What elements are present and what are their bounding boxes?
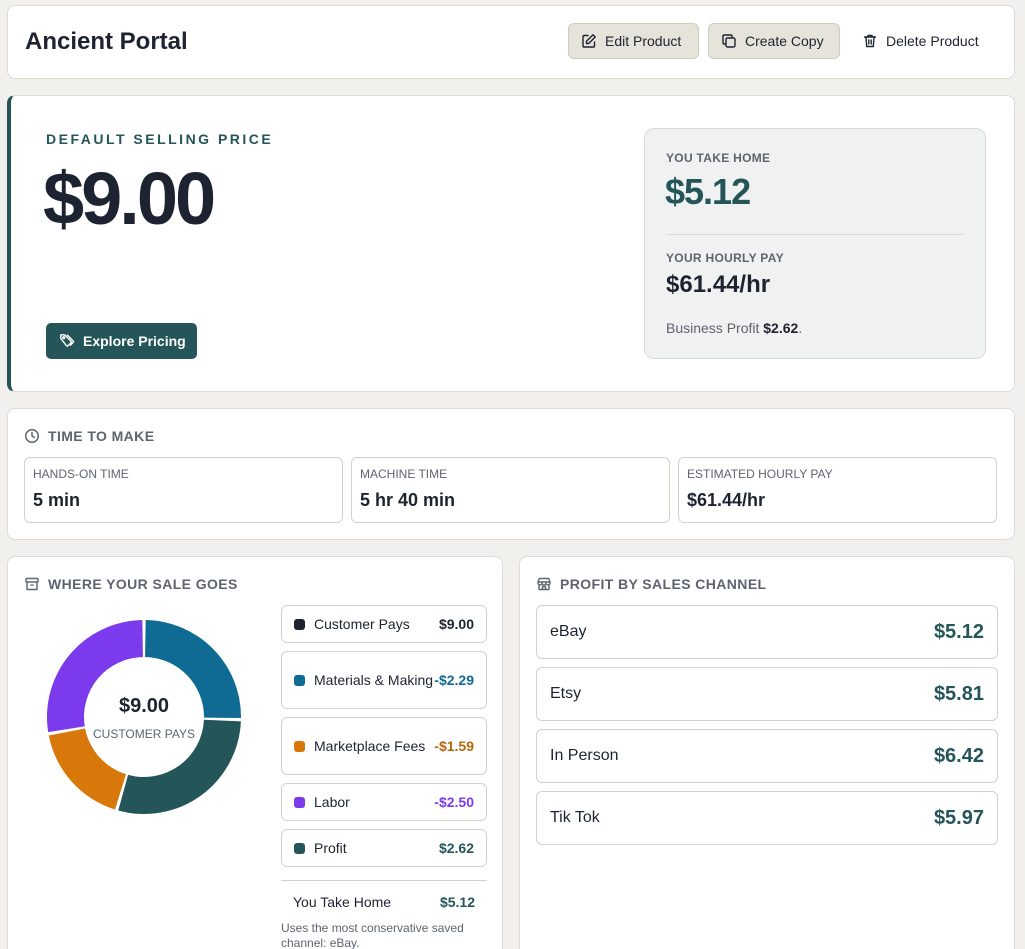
tag-icon — [60, 334, 75, 347]
business-profit-label: Business Profit — [666, 320, 760, 336]
estimated-hourly-pay-value: $61.44/hr — [687, 490, 766, 510]
archive-icon — [25, 577, 39, 591]
channel-row-tik-tok[interactable]: Tik Tok $5.97 — [536, 791, 998, 845]
legend-item-labor: Labor -$2.50 — [281, 783, 487, 821]
divider — [666, 234, 964, 235]
hands-on-time-value: 5 min — [33, 490, 81, 510]
delete-product-button[interactable]: Delete Product — [850, 23, 996, 59]
price-label: DEFAULT SELLING PRICE — [46, 131, 274, 147]
channel-profit: $5.12 — [933, 620, 984, 643]
legend-label: Profit — [314, 840, 347, 856]
edit-icon — [582, 34, 596, 48]
channel-profit-label: PROFIT BY SALES CHANNEL — [560, 576, 767, 592]
estimated-hourly-pay-label: ESTIMATED HOURLY PAY — [687, 467, 833, 481]
hands-on-time-label: HANDS-ON TIME — [33, 467, 129, 481]
channel-row-ebay[interactable]: eBay $5.12 — [536, 605, 998, 659]
channel-name: eBay — [550, 623, 587, 640]
channel-profit-heading: PROFIT BY SALES CHANNEL — [536, 576, 767, 592]
copy-icon — [722, 34, 736, 48]
business-profit: Business Profit $2.62. — [666, 320, 802, 336]
channel-row-etsy[interactable]: Etsy $5.81 — [536, 667, 998, 721]
channel-name: In Person — [550, 747, 619, 764]
channel-name: Etsy — [550, 685, 582, 702]
channel-profit: $5.97 — [933, 806, 984, 829]
take-home-label: YOU TAKE HOME — [666, 151, 771, 165]
create-copy-label: Create Copy — [745, 33, 824, 49]
store-icon — [537, 577, 551, 591]
channel-profit-card: PROFIT BY SALES CHANNEL eBay $5.12 Etsy … — [519, 556, 1015, 949]
legend-item-customer-pays: Customer Pays $9.00 — [281, 605, 487, 643]
time-to-make-label: TIME TO MAKE — [48, 428, 155, 444]
legend-amount: $9.00 — [438, 616, 474, 632]
legend-item-marketplace-fees: Marketplace Fees -$1.59 — [281, 717, 487, 775]
take-home-row-label: You Take Home — [293, 894, 392, 910]
sale-breakdown-card: WHERE YOUR SALE GOES $9.00 CUSTOMER PAYS… — [7, 556, 503, 949]
create-copy-button[interactable]: Create Copy — [708, 23, 840, 59]
legend-amount: -$2.29 — [434, 672, 474, 688]
explore-pricing-button[interactable]: Explore Pricing — [46, 323, 197, 359]
channel-row-in-person[interactable]: In Person $6.42 — [536, 729, 998, 783]
channel-profit: $6.42 — [933, 744, 984, 767]
sale-breakdown-heading: WHERE YOUR SALE GOES — [24, 576, 238, 592]
estimated-hourly-pay-box: ESTIMATED HOURLY PAY $61.44/hr — [678, 457, 997, 523]
legend-label: Marketplace Fees — [314, 738, 426, 754]
take-home-row: You Take Home $5.12 — [281, 880, 487, 910]
clock-icon — [24, 428, 40, 444]
legend-amount: -$2.50 — [434, 794, 474, 810]
machine-time-label: MACHINE TIME — [360, 467, 448, 481]
take-home-summary: YOU TAKE HOME $5.12 YOUR HOURLY PAY $61.… — [644, 128, 986, 359]
legend-amount: -$1.59 — [434, 738, 474, 754]
legend-label: Labor — [314, 794, 350, 810]
legend-item-materials: Materials & Making -$2.29 — [281, 651, 487, 709]
channel-profit: $5.81 — [933, 682, 984, 705]
channel-note: Uses the most conservative saved channel… — [281, 921, 464, 949]
page-title: Ancient Portal — [25, 28, 188, 55]
legend-label: Customer Pays — [314, 616, 410, 632]
legend-swatch — [294, 618, 305, 630]
business-profit-suffix: . — [798, 320, 803, 336]
hourly-pay-label: YOUR HOURLY PAY — [666, 251, 784, 265]
donut-subtitle: CUSTOMER PAYS — [92, 727, 196, 741]
edit-product-button[interactable]: Edit Product — [568, 23, 699, 59]
time-to-make-card: TIME TO MAKE HANDS-ON TIME 5 min MACHINE… — [7, 408, 1015, 540]
trash-icon — [863, 34, 877, 48]
legend-label: Materials & Making — [314, 672, 434, 688]
machine-time-value: 5 hr 40 min — [360, 490, 456, 510]
legend-item-profit: Profit $2.62 — [281, 829, 487, 867]
legend-amount: $2.62 — [438, 840, 474, 856]
pricing-card: DEFAULT SELLING PRICE $9.00 Explore Pric… — [7, 95, 1015, 392]
legend-swatch — [294, 796, 305, 808]
take-home-row-value: $5.12 — [439, 894, 475, 910]
legend-swatch — [294, 674, 305, 686]
legend-swatch — [294, 842, 305, 854]
hourly-pay-value: $61.44/hr — [666, 271, 771, 298]
machine-time-box: MACHINE TIME 5 hr 40 min — [351, 457, 670, 523]
business-profit-value: $2.62 — [763, 320, 799, 336]
header-bar: Ancient Portal Edit Product Create Copy … — [7, 5, 1015, 79]
delete-product-label: Delete Product — [886, 33, 979, 49]
channel-name: Tik Tok — [550, 809, 600, 826]
hands-on-time-box: HANDS-ON TIME 5 min — [24, 457, 343, 523]
time-to-make-heading: TIME TO MAKE — [24, 428, 154, 444]
edit-product-label: Edit Product — [605, 33, 682, 49]
donut-total: $9.00 — [118, 695, 170, 717]
selling-price: $9.00 — [43, 157, 216, 240]
legend-swatch — [294, 740, 305, 752]
explore-pricing-label: Explore Pricing — [83, 333, 186, 349]
sale-breakdown-label: WHERE YOUR SALE GOES — [48, 576, 238, 592]
take-home-value: $5.12 — [665, 171, 751, 212]
